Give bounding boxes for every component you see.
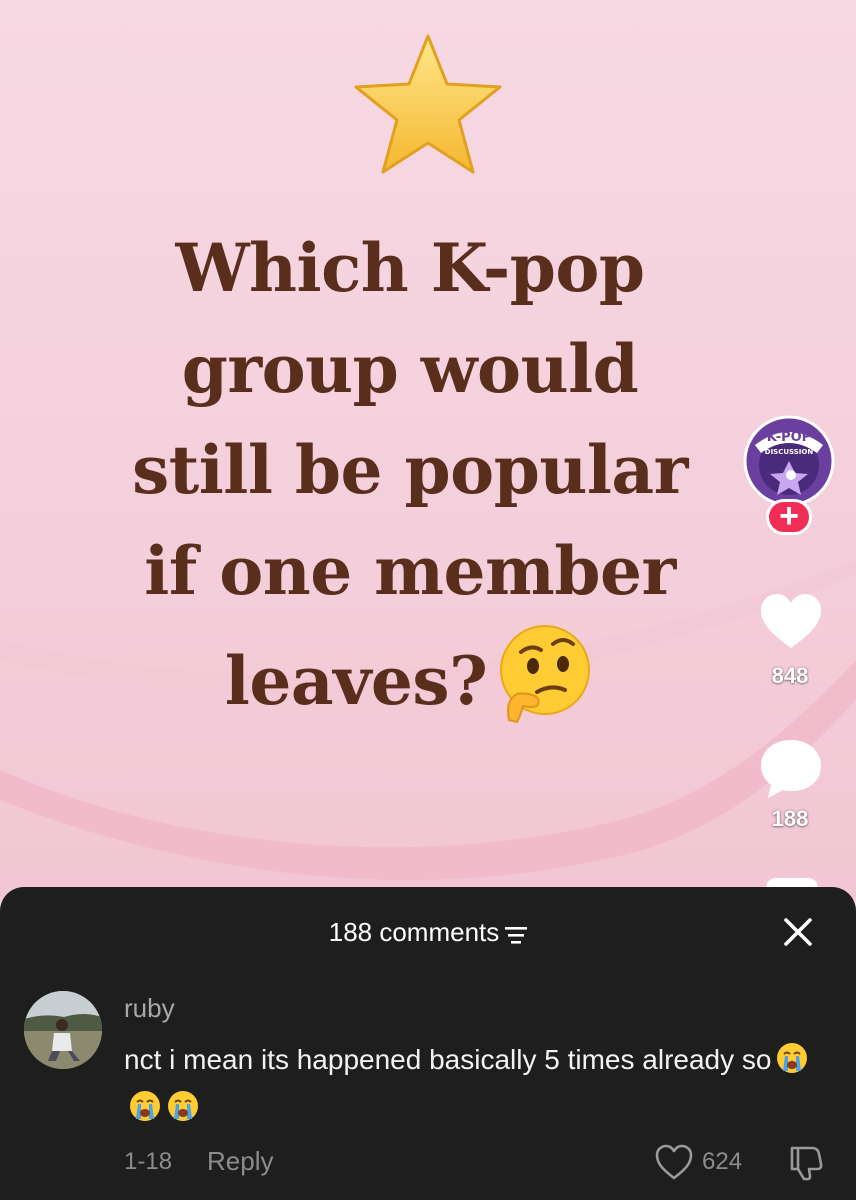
comment-date: 1-18 <box>124 1148 173 1175</box>
badge-top-text: K-POP <box>767 430 811 445</box>
reply-button[interactable]: Reply <box>207 1146 273 1177</box>
dislike-icon[interactable] <box>786 1142 826 1182</box>
follow-button[interactable]: + <box>766 499 812 535</box>
star-emoji-icon <box>354 34 502 174</box>
headline-line: if one member <box>144 532 676 610</box>
headline-line: group would <box>181 330 639 408</box>
headline-line: Which K-pop <box>175 229 645 307</box>
headline-line: leaves? <box>224 642 488 720</box>
badge-bottom-text: DISCUSSION <box>765 448 814 456</box>
video-frame[interactable]: Which K-pop group would still be popular… <box>0 0 856 900</box>
likes-count: 848 <box>771 663 809 688</box>
loudly-crying-face-icon <box>777 1043 808 1073</box>
headline-line: still be popular <box>132 431 688 509</box>
comment-icon[interactable] <box>758 736 824 800</box>
comment-body: nct i mean its happened basically 5 time… <box>124 1036 824 1132</box>
comments-header: 188 comments <box>0 914 856 950</box>
loudly-crying-face-icon <box>168 1091 198 1121</box>
heart-icon[interactable] <box>758 592 824 652</box>
loudly-crying-face-icon <box>130 1091 160 1121</box>
comment-like-count: 624 <box>702 1148 743 1175</box>
comment-like-icon[interactable] <box>654 1144 694 1182</box>
thinking-face-icon <box>500 625 591 724</box>
commenter-avatar[interactable] <box>24 991 102 1069</box>
sort-icon[interactable] <box>505 926 528 944</box>
close-icon[interactable] <box>778 912 818 952</box>
headline-line-last: leaves? <box>60 622 760 732</box>
comment-text: nct i mean its happened basically 5 time… <box>124 1044 772 1075</box>
comments-count: 188 <box>771 806 809 831</box>
video-headline: Which K-pop group would still be popular… <box>60 218 760 732</box>
creator-avatar[interactable]: K-POP DISCUSSION <box>743 415 835 507</box>
comments-title: 188 comments <box>328 917 500 947</box>
comment-username[interactable]: ruby <box>124 993 175 1024</box>
